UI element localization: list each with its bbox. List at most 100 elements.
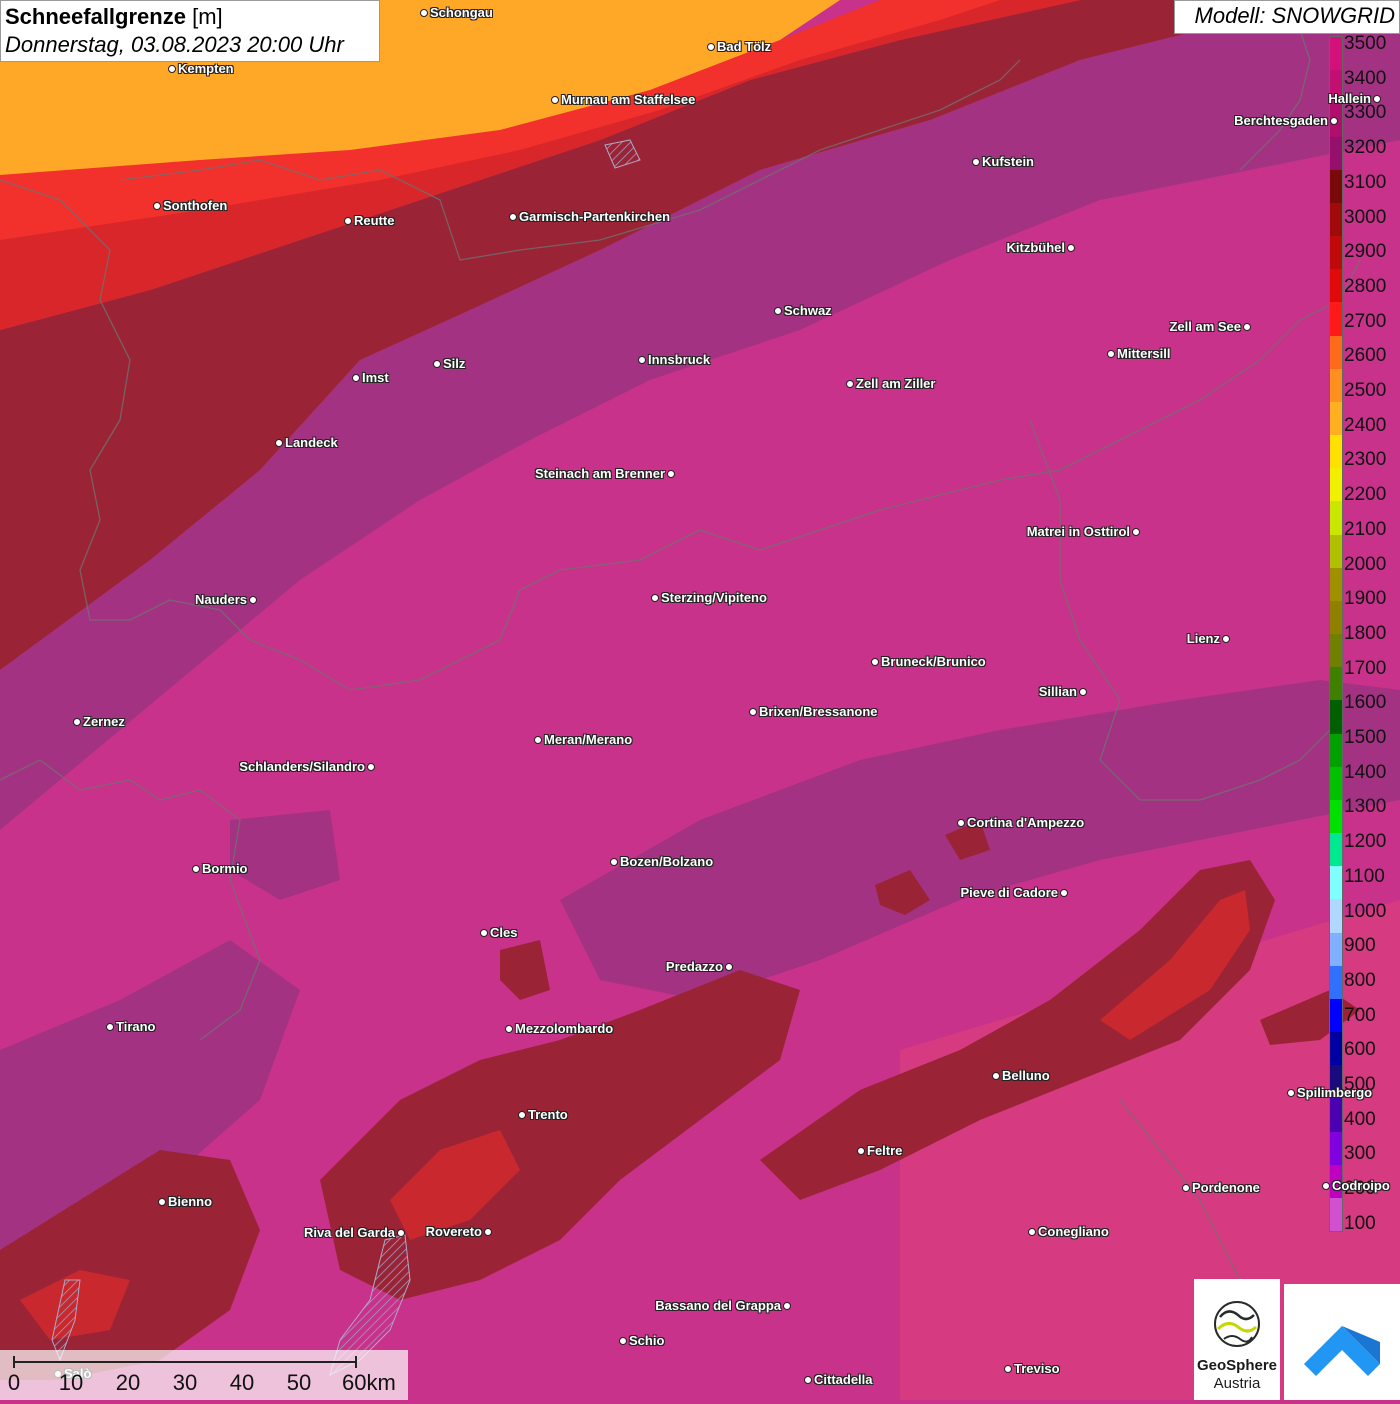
city-marker [1222,635,1230,643]
city-label: Nauders [194,592,247,607]
city-marker [192,865,200,873]
city-marker [1004,1365,1012,1373]
city-marker [1060,889,1068,897]
city-marker [1330,117,1338,125]
scale-tick-label: 20 [115,1370,141,1395]
legend-label: 1300 [1344,796,1387,818]
city-label: Sonthofen [163,198,228,213]
legend-swatch [1330,799,1342,834]
scale-tick-label: 10 [58,1370,84,1395]
city-label: Sterzing/Vipiteno [661,590,767,605]
city-label: Trento [528,1107,568,1122]
city-marker [275,439,283,447]
legend-swatch [1330,1197,1342,1232]
city-marker [749,708,757,716]
legend-label: 2000 [1344,553,1387,575]
legend-label: 1100 [1344,865,1385,887]
city-marker [153,202,161,210]
snowgrid-emblem-icon [1304,1326,1380,1376]
model-label: Modell: SNOWGRID [1174,0,1400,34]
city-marker [1079,688,1087,696]
city-marker [484,1228,492,1236]
city-label: Zell am See [1169,319,1241,334]
legend-swatch [1330,435,1342,469]
legend-swatch [1330,302,1342,336]
legend-swatch [1330,567,1342,602]
city-label: Garmisch-Partenkirchen [519,209,671,224]
city-label: Lienz [1186,631,1220,646]
geosphere-country: Austria [1213,1375,1261,1392]
city-label: Pordenone [1192,1180,1260,1195]
legend-swatch [1330,236,1342,270]
city-marker [610,858,618,866]
legend-label: 3100 [1344,171,1387,193]
legend-label: 2700 [1344,310,1387,332]
map-title-unit: [m] [192,4,223,29]
city-label: Landeck [285,435,338,450]
legend-swatch [1330,866,1342,900]
city-label: Hallein [1328,91,1371,106]
title-box: Schneefallgrenze [m] Donnerstag, 03.08.2… [0,0,380,62]
city-marker [957,819,965,827]
city-label: Berchtesgaden [1234,113,1328,128]
legend-label: 1400 [1344,761,1387,783]
city-marker [1322,1182,1330,1190]
city-marker [871,658,879,666]
city-marker [518,1111,526,1119]
legend-label: 1000 [1344,900,1387,922]
city-marker [352,374,360,382]
city-marker [106,1023,114,1031]
legend-label: 1700 [1344,657,1387,679]
legend-label: 3200 [1344,137,1387,159]
city-label: Murnau am Staffelsee [561,92,696,107]
legend-label: 2500 [1344,380,1387,401]
city-label: Meran/Merano [544,732,633,747]
city-label: Kitzbühel [1006,240,1066,255]
city-marker [783,1302,791,1310]
legend-label: 2200 [1344,484,1387,506]
legend-label: 1900 [1344,588,1387,610]
city-label: Bienno [168,1194,213,1209]
legend-label: 2900 [1344,241,1387,263]
city-label: Brixen/Bressanone [759,704,878,719]
scale-bar: 0 10 20 30 40 50 60km [0,1350,408,1400]
city-label: Codroipo [1332,1178,1390,1193]
legend-swatch [1330,998,1342,1033]
legend-label: 3500 [1344,33,1387,54]
city-label: Conegliano [1038,1224,1109,1239]
city-label: Bassano del Grappa [655,1298,781,1313]
city-label: Schio [629,1333,665,1348]
city-label: Silz [443,356,466,371]
city-marker [774,307,782,315]
legend-label: 2800 [1344,275,1387,297]
city-marker [509,213,517,221]
geosphere-logo: GeoSphere Austria [1194,1279,1280,1400]
city-label: Mezzolombardo [515,1021,614,1036]
city-label: Cles [490,925,518,940]
city-marker [534,736,542,744]
legend-label: 1800 [1344,622,1387,644]
city-label: Predazzo [665,959,723,974]
city-label: Zell am Ziller [856,376,936,391]
legend-swatch [1330,733,1342,768]
legend-swatch [1330,1131,1342,1166]
city-marker [480,929,488,937]
city-marker [992,1072,1000,1080]
city-marker [433,360,441,368]
city-marker [638,356,646,364]
color-legend [1329,36,1343,1232]
legend-label: 400 [1344,1108,1376,1130]
legend-swatch [1330,667,1342,701]
city-marker [397,1229,405,1237]
city-label: Zernez [83,714,125,729]
legend-label: 700 [1344,1004,1376,1026]
scale-tick-label: 40 [229,1370,255,1395]
city-label: Bozen/Bolzano [620,854,714,869]
city-label: Feltre [867,1143,903,1158]
legend-swatch [1330,335,1342,370]
legend-label: 2100 [1344,518,1387,540]
legend-swatch [1330,37,1342,71]
legend-swatch [1330,534,1342,569]
scale-tick-label: 30 [172,1370,198,1395]
legend-swatch [1330,965,1342,1000]
